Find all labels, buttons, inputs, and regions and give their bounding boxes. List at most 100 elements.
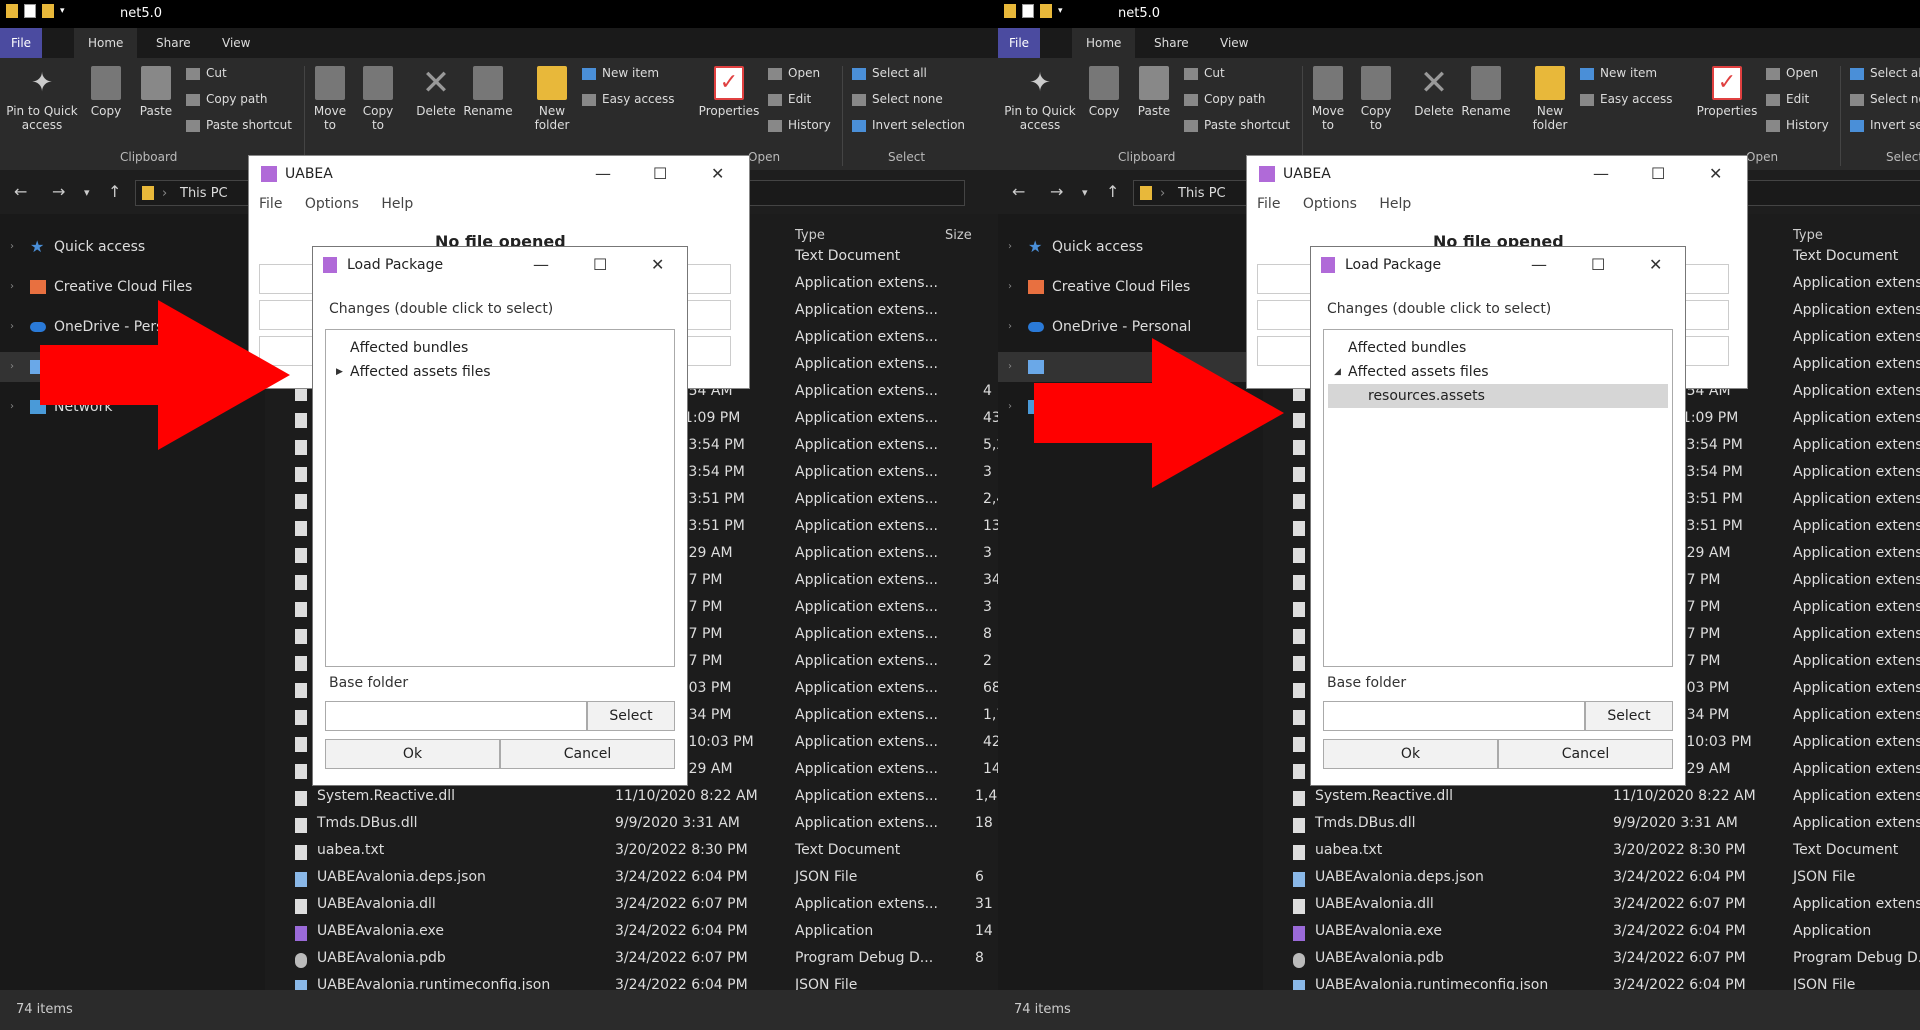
dropdown-icon[interactable]: ▾: [60, 6, 65, 16]
ok-button[interactable]: Ok: [1323, 739, 1498, 769]
tree-node-affected-assets[interactable]: ▶ Affected assets files: [326, 360, 626, 384]
recent-locations-icon[interactable]: ▾: [84, 186, 90, 199]
tree-node-resources-assets[interactable]: resources.assets: [1328, 384, 1668, 408]
new-folder-button[interactable]: New folder: [1528, 66, 1572, 132]
tree-node-affected-assets[interactable]: ◢ Affected assets files: [1324, 360, 1624, 384]
list-item[interactable]: System.Reactive.dll 11/10/2020 8:22 AM App…: [265, 788, 998, 810]
list-item[interactable]: UABEAvalonia.pdb 3/24/2022 6:07 PM Program…: [265, 950, 998, 972]
select-none-button[interactable]: Select none: [852, 92, 943, 106]
close-icon[interactable]: ✕: [1709, 164, 1722, 183]
close-icon[interactable]: ✕: [711, 164, 724, 183]
cut-button[interactable]: Cut: [186, 66, 227, 80]
copy-to-button[interactable]: Copy to: [358, 66, 398, 132]
list-item[interactable]: UABEAvalonia.dll 3/24/2022 6:07 PM Applica…: [265, 896, 998, 918]
list-item[interactable]: uabea.txt 3/20/2022 8:30 PM Text Document: [265, 842, 998, 864]
select-button[interactable]: Select: [1585, 701, 1673, 731]
minimize-icon[interactable]: —: [595, 164, 611, 183]
new-folder-icon[interactable]: [1040, 4, 1052, 18]
select-all-button[interactable]: Select all: [852, 66, 927, 80]
pin-to-quick-access-button[interactable]: ✦ Pin to Quick access: [6, 66, 78, 132]
list-item[interactable]: UABEAvalonia.deps.json 3/24/2022 6:04 PM J…: [1263, 869, 1920, 891]
tree-node-affected-bundles[interactable]: Affected bundles: [1348, 336, 1466, 360]
menu-file[interactable]: File: [259, 196, 282, 212]
cancel-button[interactable]: Cancel: [1498, 739, 1673, 769]
paste-shortcut-button[interactable]: Paste shortcut: [1184, 118, 1290, 132]
column-header-type[interactable]: Type: [1793, 228, 1823, 243]
list-item[interactable]: UABEAvalonia.exe 3/24/2022 6:04 PM Applica…: [1263, 923, 1920, 945]
properties-icon[interactable]: [1022, 4, 1034, 18]
tab-view[interactable]: View: [1206, 28, 1262, 58]
pin-to-quick-access-button[interactable]: ✦ Pin to Quick access: [1004, 66, 1076, 132]
list-item[interactable]: Tmds.DBus.dll 9/9/2020 3:31 AM Application…: [265, 815, 998, 837]
invert-selection-button[interactable]: Invert selection: [852, 118, 965, 132]
base-folder-input[interactable]: [1323, 701, 1585, 731]
rename-button[interactable]: Rename: [462, 66, 514, 118]
tab-view[interactable]: View: [208, 28, 264, 58]
menu-file[interactable]: File: [1257, 196, 1280, 212]
minimize-icon[interactable]: —: [1593, 164, 1609, 183]
list-item[interactable]: UABEAvalonia.deps.json 3/24/2022 6:04 PM J…: [265, 869, 998, 891]
back-arrow-icon[interactable]: ←: [1012, 182, 1025, 201]
tab-share[interactable]: Share: [1140, 28, 1203, 58]
breadcrumb-this-pc[interactable]: This PC: [1178, 186, 1226, 201]
expand-arrow-icon[interactable]: ▶: [336, 360, 343, 384]
open-button[interactable]: Open: [1766, 66, 1818, 80]
list-item[interactable]: System.Reactive.dll 11/10/2020 8:22 AM App…: [1263, 788, 1920, 810]
forward-arrow-icon[interactable]: →: [1050, 182, 1063, 201]
copy-path-button[interactable]: Copy path: [186, 92, 268, 106]
cancel-button[interactable]: Cancel: [500, 739, 675, 769]
select-button[interactable]: Select: [587, 701, 675, 731]
easy-access-button[interactable]: Easy access: [582, 92, 675, 106]
new-folder-icon[interactable]: [42, 4, 54, 18]
edit-button[interactable]: Edit: [1766, 92, 1809, 106]
history-button[interactable]: History: [768, 118, 831, 132]
list-item[interactable]: UABEAvalonia.pdb 3/24/2022 6:07 PM Program…: [1263, 950, 1920, 972]
menu-options[interactable]: Options: [305, 196, 359, 212]
nav-item-quick-access[interactable]: › ★ Quick access: [998, 232, 1263, 262]
properties-button[interactable]: ✓ Properties: [1694, 66, 1760, 118]
changes-tree[interactable]: Affected bundles ◢ Affected assets files…: [1323, 329, 1673, 667]
move-to-button[interactable]: Move to: [1308, 66, 1348, 132]
nav-item-quick-access[interactable]: › ★ Quick access: [0, 232, 265, 262]
copy-path-button[interactable]: Copy path: [1184, 92, 1266, 106]
recent-locations-icon[interactable]: ▾: [1082, 186, 1088, 199]
tab-file[interactable]: File: [998, 28, 1040, 58]
maximize-icon[interactable]: ☐: [1591, 255, 1605, 274]
delete-button[interactable]: ✕ Delete: [1412, 66, 1456, 118]
minimize-icon[interactable]: —: [1531, 255, 1547, 274]
tab-share[interactable]: Share: [142, 28, 205, 58]
new-item-button[interactable]: New item: [1580, 66, 1657, 80]
dropdown-icon[interactable]: ▾: [1058, 6, 1063, 16]
new-folder-button[interactable]: New folder: [530, 66, 574, 132]
copy-button[interactable]: Copy: [1084, 66, 1124, 118]
list-item[interactable]: Tmds.DBus.dll 9/9/2020 3:31 AM Application…: [1263, 815, 1920, 837]
tab-home[interactable]: Home: [1072, 28, 1136, 58]
minimize-icon[interactable]: —: [533, 255, 549, 274]
breadcrumb-this-pc[interactable]: This PC: [180, 186, 228, 201]
ok-button[interactable]: Ok: [325, 739, 500, 769]
changes-tree[interactable]: Affected bundles ▶ Affected assets files: [325, 329, 675, 667]
copy-to-button[interactable]: Copy to: [1356, 66, 1396, 132]
tab-file[interactable]: File: [0, 28, 42, 58]
copy-button[interactable]: Copy: [86, 66, 126, 118]
list-item[interactable]: UABEAvalonia.exe 3/24/2022 6:04 PM Applica…: [265, 923, 998, 945]
paste-shortcut-button[interactable]: Paste shortcut: [186, 118, 292, 132]
maximize-icon[interactable]: ☐: [593, 255, 607, 274]
tree-node-affected-bundles[interactable]: Affected bundles: [350, 336, 468, 360]
edit-button[interactable]: Edit: [768, 92, 811, 106]
maximize-icon[interactable]: ☐: [1651, 164, 1665, 183]
menu-help[interactable]: Help: [1379, 196, 1411, 212]
invert-selection-button[interactable]: Invert selection: [1850, 118, 1920, 132]
menu-help[interactable]: Help: [381, 196, 413, 212]
select-all-button[interactable]: Select all: [1850, 66, 1920, 80]
base-folder-input[interactable]: [325, 701, 587, 731]
close-icon[interactable]: ✕: [1649, 255, 1662, 274]
properties-icon[interactable]: [24, 4, 36, 18]
paste-button[interactable]: Paste: [134, 66, 178, 118]
open-button[interactable]: Open: [768, 66, 820, 80]
up-arrow-icon[interactable]: ↑: [108, 182, 121, 201]
move-to-button[interactable]: Move to: [310, 66, 350, 132]
tab-home[interactable]: Home: [74, 28, 138, 58]
column-header-type[interactable]: Type: [795, 228, 825, 243]
paste-button[interactable]: Paste: [1132, 66, 1176, 118]
